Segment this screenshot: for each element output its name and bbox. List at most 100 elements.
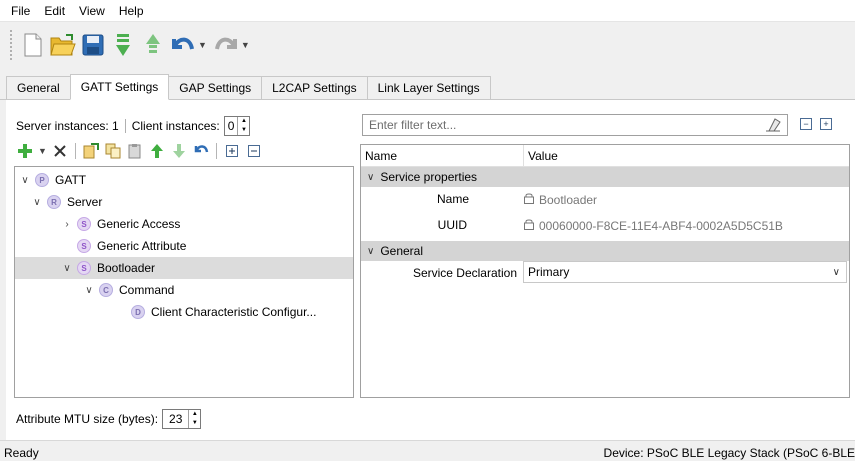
- add-dropdown-icon[interactable]: ▼: [38, 146, 47, 156]
- chevron-down-icon[interactable]: ∨: [61, 263, 73, 274]
- collapse-all-icon[interactable]: [245, 142, 263, 160]
- chevron-down-icon[interactable]: ∨: [31, 197, 43, 208]
- property-grid: Name Value ∨ Service properties Name Boo…: [360, 144, 850, 398]
- filter-box: [362, 114, 788, 136]
- column-name-header[interactable]: Name: [365, 149, 397, 163]
- tab-gap-settings[interactable]: GAP Settings: [168, 76, 263, 99]
- status-bar: Ready Device: PSoC BLE Legacy Stack (PSo…: [0, 440, 855, 461]
- move-up-icon[interactable]: [148, 142, 166, 160]
- role-icon: R: [47, 195, 61, 209]
- property-value: 00060000-F8CE-11E4-ABF4-0002A5D5C51B: [523, 218, 783, 233]
- tree-node-server[interactable]: ∨ R Server: [31, 191, 102, 213]
- tree-node-generic-access[interactable]: › S Generic Access: [61, 213, 180, 235]
- mtu-row: Attribute MTU size (bytes): 23 ▲ ▼: [16, 409, 202, 429]
- gatt-settings-panel: Server instances: 1 Client instances: 0 …: [6, 100, 855, 440]
- property-row-name[interactable]: Name Bootloader: [361, 187, 849, 211]
- select-value: Primary: [528, 265, 570, 279]
- mtu-spinner[interactable]: 23 ▲ ▼: [162, 409, 202, 429]
- property-row-uuid[interactable]: UUID 00060000-F8CE-11E4-ABF4-0002A5D5C51…: [361, 213, 849, 237]
- paste-icon[interactable]: [126, 142, 144, 160]
- spin-up-icon[interactable]: ▲: [189, 410, 200, 419]
- expand-all-icon[interactable]: +: [820, 118, 832, 130]
- menu-view[interactable]: View: [72, 4, 112, 18]
- gatt-tree: ∨ P GATT ∨ R Server › S Generic Access S…: [14, 166, 354, 398]
- reset-icon[interactable]: [192, 142, 210, 160]
- export-icon[interactable]: [140, 30, 166, 60]
- new-file-icon[interactable]: [20, 30, 46, 60]
- copy-icon[interactable]: [104, 142, 122, 160]
- add-icon[interactable]: [16, 142, 34, 160]
- chevron-down-icon[interactable]: ∨: [833, 267, 840, 278]
- collapse-all-icon[interactable]: −: [800, 118, 812, 130]
- section-service-properties[interactable]: ∨ Service properties: [361, 167, 849, 187]
- tree-node-label: GATT: [55, 173, 87, 187]
- spin-up-icon[interactable]: ▲: [238, 117, 249, 126]
- tree-node-label: Generic Access: [97, 217, 181, 231]
- column-value-header[interactable]: Value: [523, 145, 558, 167]
- profile-icon: P: [35, 173, 49, 187]
- chevron-down-icon[interactable]: ∨: [367, 246, 374, 257]
- tree-node-label: Generic Attribute: [97, 239, 187, 253]
- tab-general[interactable]: General: [6, 76, 71, 99]
- tab-l2cap-settings[interactable]: L2CAP Settings: [261, 76, 368, 99]
- client-instances-label: Client instances:: [131, 119, 220, 133]
- grid-expand-collapse: − +: [800, 118, 832, 130]
- client-instances-spinner[interactable]: 0 ▲ ▼: [223, 116, 251, 136]
- tree-node-command[interactable]: ∨ C Command: [83, 279, 174, 301]
- lock-icon: [523, 218, 535, 233]
- tab-gatt-settings[interactable]: GATT Settings: [69, 74, 170, 100]
- delete-icon[interactable]: [51, 142, 69, 160]
- tree-node-label: Client Characteristic Configur...: [151, 305, 317, 319]
- tree-node-generic-attribute[interactable]: S Generic Attribute: [77, 235, 186, 257]
- property-key: UUID: [437, 218, 467, 232]
- tree-node-label: Server: [67, 195, 103, 209]
- import-service-icon[interactable]: [82, 142, 100, 160]
- tree-node-client-char-config[interactable]: D Client Characteristic Configur...: [131, 301, 316, 323]
- save-icon[interactable]: [80, 30, 106, 60]
- server-instances-label: Server instances: 1: [16, 119, 119, 133]
- import-icon[interactable]: [110, 30, 136, 60]
- service-declaration-select[interactable]: Primary ∨: [523, 261, 847, 283]
- undo-icon[interactable]: [170, 30, 196, 60]
- property-key: Service Declaration: [412, 266, 517, 280]
- section-general[interactable]: ∨ General: [361, 241, 849, 261]
- spin-down-icon[interactable]: ▼: [189, 419, 200, 428]
- menu-edit[interactable]: Edit: [37, 4, 72, 18]
- chevron-right-icon[interactable]: ›: [61, 219, 73, 230]
- clear-filter-icon[interactable]: [765, 118, 781, 135]
- chevron-down-icon[interactable]: ∨: [19, 175, 31, 186]
- status-text: Ready: [4, 446, 39, 460]
- filter-input[interactable]: [367, 117, 747, 133]
- settings-tabs: General GATT Settings GAP Settings L2CAP…: [0, 74, 855, 100]
- redo-icon[interactable]: [213, 30, 239, 60]
- menu-bar: File Edit View Help: [0, 0, 855, 22]
- instances-row: Server instances: 1 Client instances: 0 …: [16, 116, 251, 136]
- redo-dropdown-icon[interactable]: ▼: [241, 40, 250, 50]
- mtu-label: Attribute MTU size (bytes):: [16, 412, 159, 426]
- menu-file[interactable]: File: [4, 4, 37, 18]
- tree-node-gatt[interactable]: ∨ P GATT: [19, 169, 86, 191]
- menu-help[interactable]: Help: [112, 4, 151, 18]
- tree-toolbar: ▼: [16, 142, 263, 160]
- lock-icon: [523, 192, 535, 207]
- mtu-value[interactable]: 23: [163, 412, 188, 426]
- property-row-service-declaration[interactable]: Service Declaration Primary ∨: [361, 261, 849, 285]
- tab-link-layer-settings[interactable]: Link Layer Settings: [366, 76, 491, 99]
- tree-node-label: Command: [119, 283, 175, 297]
- tree-node-bootloader[interactable]: ∨ S Bootloader: [15, 257, 353, 279]
- section-title: Service properties: [380, 170, 478, 184]
- spin-down-icon[interactable]: ▼: [238, 126, 249, 135]
- chevron-down-icon[interactable]: ∨: [367, 172, 374, 183]
- separator: [124, 119, 126, 133]
- undo-dropdown-icon[interactable]: ▼: [198, 40, 207, 50]
- descriptor-icon: D: [131, 305, 145, 319]
- main-toolbar: ▼ ▼: [0, 22, 855, 68]
- move-down-icon[interactable]: [170, 142, 188, 160]
- toolbar-grip[interactable]: [10, 30, 14, 60]
- chevron-down-icon[interactable]: ∨: [83, 285, 95, 296]
- service-icon: S: [77, 217, 91, 231]
- open-folder-icon[interactable]: [50, 30, 76, 60]
- property-value: Bootloader: [523, 192, 597, 207]
- client-instances-value[interactable]: 0: [225, 119, 238, 133]
- expand-all-icon[interactable]: [223, 142, 241, 160]
